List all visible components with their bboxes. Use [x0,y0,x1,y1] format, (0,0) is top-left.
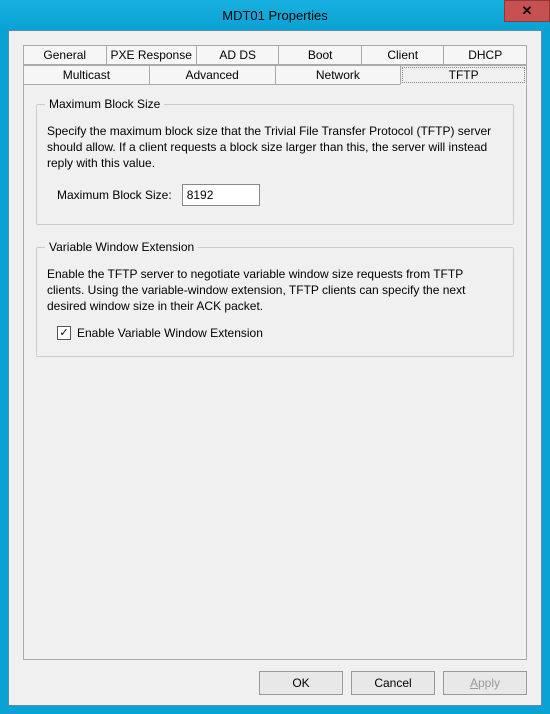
titlebar: MDT01 Properties ✕ [0,0,550,30]
enable-window-ext-label: Enable Variable Window Extension [77,326,263,340]
apply-button[interactable]: Apply [443,671,527,695]
enable-window-ext-row: ✓ Enable Variable Window Extension [57,326,503,340]
tab-multicast[interactable]: Multicast [23,65,150,85]
apply-button-label: Apply [470,676,500,690]
tab-tftp[interactable]: TFTP [400,65,527,85]
tab-general[interactable]: General [23,45,107,65]
tab-panel-tftp: Maximum Block Size Specify the maximum b… [23,84,527,660]
tab-dhcp[interactable]: DHCP [443,45,527,65]
ok-button-label: OK [292,676,309,690]
group-title-block: Maximum Block Size [45,97,164,111]
cancel-button[interactable]: Cancel [351,671,435,695]
dialog-button-bar: OK Cancel Apply [259,671,527,695]
close-button[interactable]: ✕ [504,0,550,22]
group-title-window: Variable Window Extension [45,240,198,254]
block-size-description: Specify the maximum block size that the … [47,123,503,172]
tab-boot[interactable]: Boot [278,45,362,65]
dialog-content: General PXE Response AD DS Boot Client D… [9,31,541,660]
block-size-label: Maximum Block Size: [57,188,172,202]
cancel-button-label: Cancel [374,676,411,690]
properties-window: MDT01 Properties ✕ General PXE Response … [0,0,550,714]
tab-ad-ds[interactable]: AD DS [196,45,280,65]
tab-pxe-response[interactable]: PXE Response [106,45,197,65]
enable-window-ext-checkbox[interactable]: ✓ [57,326,71,340]
tab-advanced[interactable]: Advanced [149,65,276,85]
close-icon: ✕ [522,3,533,19]
block-size-input[interactable] [182,184,260,206]
window-title: MDT01 Properties [222,8,327,23]
tab-row-1: General PXE Response AD DS Boot Client D… [23,45,527,65]
tab-row-2: Multicast Advanced Network TFTP [23,65,527,85]
tab-client[interactable]: Client [361,45,445,65]
client-area: General PXE Response AD DS Boot Client D… [8,30,542,706]
group-maximum-block-size: Maximum Block Size Specify the maximum b… [36,104,514,225]
group-variable-window: Variable Window Extension Enable the TFT… [36,247,514,358]
window-ext-description: Enable the TFTP server to negotiate vari… [47,266,503,315]
tab-network[interactable]: Network [275,65,402,85]
ok-button[interactable]: OK [259,671,343,695]
block-size-field-row: Maximum Block Size: [57,184,503,206]
check-icon: ✓ [59,328,68,339]
tab-strip: General PXE Response AD DS Boot Client D… [23,45,527,660]
